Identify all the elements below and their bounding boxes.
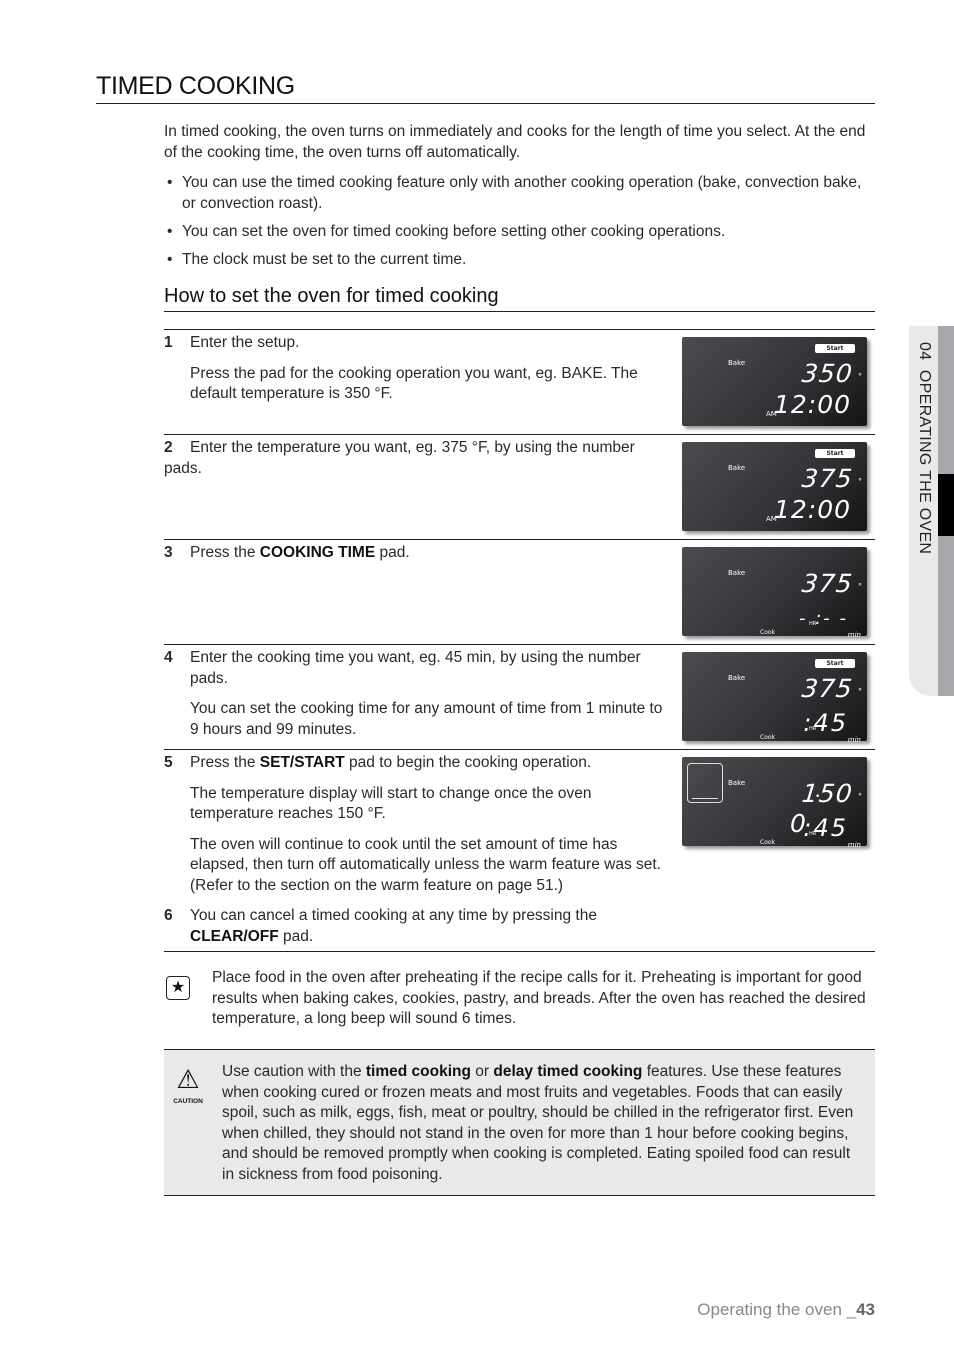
step-detail: You can set the cooking time for any amo… xyxy=(190,700,663,738)
step-6: 6 You can cancel a timed cooking at any t… xyxy=(164,903,875,952)
oven-display: Bake • 150 ° Cook 0 HR :45 min xyxy=(682,757,867,849)
cook-time-readout: :45 xyxy=(803,814,848,842)
intro-paragraph: In timed cooking, the oven turns on imme… xyxy=(164,123,866,161)
step-number: 4 xyxy=(164,649,173,666)
caution-text: Use caution with the timed cooking or de… xyxy=(222,1062,862,1185)
step-text: pad to begin the cooking operation. xyxy=(344,754,592,771)
step-number: 5 xyxy=(164,754,173,771)
page-number: 43 xyxy=(856,1300,875,1319)
min-label: min xyxy=(847,841,861,849)
step-text: Press the xyxy=(190,754,260,771)
step-number: 3 xyxy=(164,544,173,561)
step-detail: The oven will continue to cook until the… xyxy=(190,835,661,894)
step-number: 6 xyxy=(164,907,173,924)
pad-name: CLEAR/OFF xyxy=(190,927,279,945)
degree-icon: ° xyxy=(858,792,862,801)
cook-label: Cook xyxy=(760,734,776,741)
caution-bold: timed cooking xyxy=(365,1063,471,1080)
step-2: 2 Enter the temperature you want, eg. 375… xyxy=(164,435,875,540)
steps-list: 1 Enter the setup. Press the pad for the … xyxy=(164,329,875,952)
footer-label: Operating the oven _ xyxy=(697,1300,857,1319)
pad-name: SET/START xyxy=(259,754,345,771)
temperature-readout: 150 xyxy=(800,779,855,808)
cook-time-readout: - :- - xyxy=(799,608,848,629)
section-subtitle: How to set the oven for timed cooking xyxy=(164,285,875,312)
clock-readout: 12:00 xyxy=(773,495,851,524)
bullet-item: You can set the oven for timed cooking b… xyxy=(164,222,874,243)
degree-icon: ° xyxy=(858,477,862,486)
caution-text-part: features. Use these features when cookin… xyxy=(222,1063,854,1183)
step-5: 5 Press the SET/START pad to begin the co… xyxy=(164,750,875,903)
start-indicator: Start xyxy=(815,344,855,353)
step-text: pad. xyxy=(278,927,314,945)
mode-label: Bake xyxy=(728,464,746,472)
step-3: 3 Press the COOKING TIME pad. Bake 375 ° … xyxy=(164,540,875,645)
mode-label: Bake xyxy=(728,674,746,682)
page-title: TIMED COOKING xyxy=(96,72,875,104)
step-text: You can cancel a timed cooking at any ti… xyxy=(190,907,597,924)
oven-display: Bake Start 375 ° Cook HR :45 min xyxy=(682,652,867,744)
warning-triangle-icon: ⚠ xyxy=(176,1064,200,1094)
step-detail: The temperature display will start to ch… xyxy=(190,784,592,823)
temperature-readout: 375 xyxy=(800,569,855,598)
step-detail: Press the pad for the cooking operation … xyxy=(190,364,638,403)
step-text: pad. xyxy=(375,544,410,561)
oven-display: Bake Start 375 ° AM 12:00 xyxy=(682,442,867,531)
min-label: min xyxy=(847,631,861,639)
note-box: ★ Place food in the oven after preheatin… xyxy=(164,968,875,1030)
start-indicator: Start xyxy=(815,659,855,668)
cook-label: Cook xyxy=(760,629,776,636)
side-tab-marker xyxy=(938,474,954,536)
chapter-label: 04 OPERATING THE OVEN xyxy=(916,342,933,555)
step-number: 1 xyxy=(164,334,173,351)
mode-label: Bake xyxy=(728,359,746,367)
mode-label: Bake xyxy=(728,779,746,787)
note-text: Place food in the oven after preheating … xyxy=(212,969,866,1027)
degree-icon: ° xyxy=(858,687,862,696)
page-footer: Operating the oven _43 xyxy=(697,1300,875,1320)
oven-icon xyxy=(687,763,723,803)
star-note-icon: ★ xyxy=(166,976,190,1000)
step-text: Enter the setup. xyxy=(190,334,300,351)
caution-bold: delay timed cooking xyxy=(493,1063,643,1080)
start-indicator: Start xyxy=(815,449,855,458)
step-1: 1 Enter the setup. Press the pad for the … xyxy=(164,330,875,435)
oven-display: Bake Start 350 ° AM 12:00 xyxy=(682,337,867,426)
step-4: 4 Enter the cooking time you want, eg. 45… xyxy=(164,645,875,750)
pad-name: COOKING TIME xyxy=(259,544,376,561)
step-number: 2 xyxy=(164,439,173,456)
caution-box: ⚠ CAUTION Use caution with the timed coo… xyxy=(164,1049,875,1196)
caution-label: CAUTION xyxy=(173,1098,203,1105)
min-label: min xyxy=(847,736,861,744)
oven-display: Bake 375 ° Cook HR - :- - min xyxy=(682,547,867,639)
bullet-list: You can use the timed cooking feature on… xyxy=(164,173,874,278)
cook-label: Cook xyxy=(760,839,776,846)
bullet-item: You can use the timed cooking feature on… xyxy=(164,173,874,214)
clock-readout: 12:00 xyxy=(773,390,851,419)
degree-icon: ° xyxy=(858,582,862,591)
chapter-side-tab: 04 OPERATING THE OVEN xyxy=(909,326,954,696)
cook-time-readout: :45 xyxy=(803,709,848,737)
temperature-readout: 375 xyxy=(800,464,855,493)
step-text: Press the xyxy=(190,544,260,561)
caution-text-part: Use caution with the xyxy=(222,1063,366,1080)
step-text: Enter the temperature you want, eg. 375 … xyxy=(164,439,635,477)
step-text: Enter the cooking time you want, eg. 45 … xyxy=(190,649,641,687)
caution-icon: ⚠ CAUTION xyxy=(170,1066,206,1113)
temperature-readout: 350 xyxy=(800,359,855,388)
temperature-readout: 375 xyxy=(800,674,855,703)
mode-label: Bake xyxy=(728,569,746,577)
bullet-item: The clock must be set to the current tim… xyxy=(164,250,874,271)
caution-text-part: or xyxy=(470,1063,494,1080)
degree-icon: ° xyxy=(858,372,862,381)
